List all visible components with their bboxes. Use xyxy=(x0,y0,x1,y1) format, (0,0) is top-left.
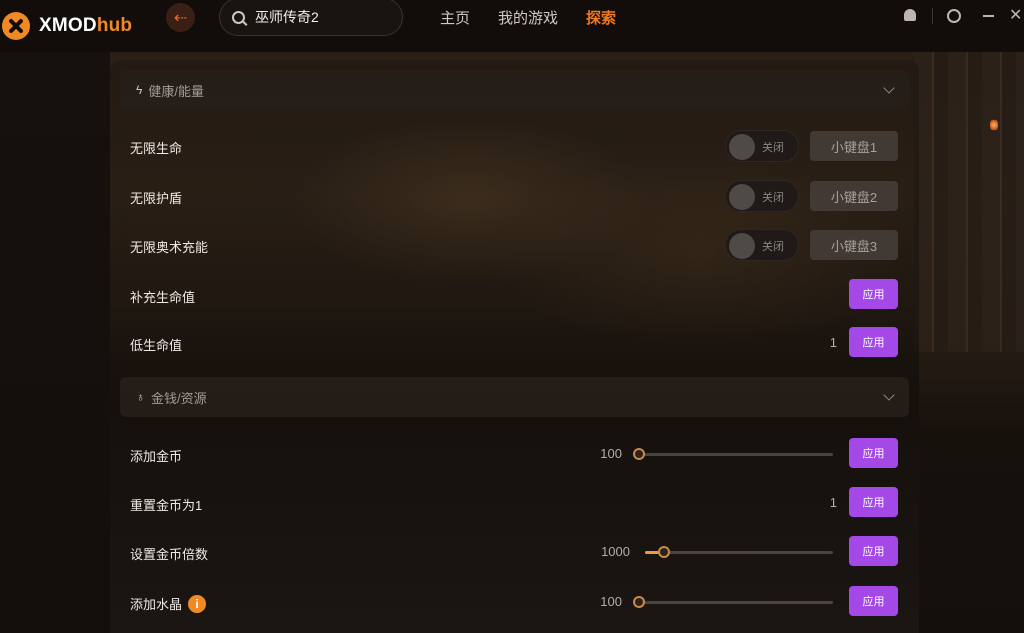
cheat-row: 补充生命值 应用 xyxy=(110,279,919,311)
arrow-left-icon: ⇠ xyxy=(173,9,188,27)
settings-icon[interactable] xyxy=(945,7,963,25)
money-bag-icon: ♁ xyxy=(136,390,145,404)
search-value: 巫师传奇2 xyxy=(255,9,319,25)
cheat-label: 添加金币 xyxy=(130,449,183,464)
section-title: 健康/能量 xyxy=(148,83,204,99)
section-title: 金钱/资源 xyxy=(151,390,207,406)
window-controls: ✕ xyxy=(901,7,1024,25)
cheat-row: 添加金币 100 应用 xyxy=(110,438,919,470)
hotkey-button[interactable]: 小键盘3 xyxy=(810,230,898,260)
background-left-shade xyxy=(0,52,110,633)
background-wall xyxy=(914,52,1024,352)
background-torch xyxy=(990,118,998,132)
minimize-icon[interactable] xyxy=(980,7,998,25)
cheat-toggle[interactable]: 关闭 xyxy=(725,180,799,212)
section-header-health[interactable]: ϟ 健康/能量 xyxy=(120,70,909,110)
cheat-label: 低生命值 xyxy=(130,338,183,353)
app-logo[interactable]: XMODhub xyxy=(2,12,132,40)
cheat-label-text: 添加水晶 xyxy=(130,597,183,612)
hotkey-button[interactable]: 小键盘2 xyxy=(810,181,898,211)
toggle-state-text: 关闭 xyxy=(762,192,784,204)
cheat-label: 补充生命值 xyxy=(130,290,196,305)
logo-text-accent: hub xyxy=(96,15,133,36)
cheat-row: 无限奥术充能 关闭 小键盘3 xyxy=(110,229,919,261)
chevron-down-icon[interactable] xyxy=(883,82,895,94)
slider-thumb[interactable] xyxy=(633,448,645,460)
cheat-label: 设置金币倍数 xyxy=(130,547,209,562)
chevron-down-icon[interactable] xyxy=(883,389,895,401)
toggle-knob xyxy=(729,134,755,160)
cheat-row: 设置金币倍数 1000 应用 xyxy=(110,536,919,568)
apply-button[interactable]: 应用 xyxy=(849,487,898,517)
hotkey-button[interactable]: 小键盘1 xyxy=(810,131,898,161)
cheat-toggle[interactable]: 关闭 xyxy=(725,229,799,261)
apply-button[interactable]: 应用 xyxy=(849,279,898,309)
slider-value: 100 xyxy=(600,594,622,609)
apply-button[interactable]: 应用 xyxy=(849,438,898,468)
cheat-label: 添加水晶 i xyxy=(130,594,207,613)
apply-button[interactable]: 应用 xyxy=(849,586,898,616)
apply-button[interactable]: 应用 xyxy=(849,327,898,357)
slider-thumb[interactable] xyxy=(633,596,645,608)
search-icon xyxy=(232,10,245,24)
section-header-money[interactable]: ♁ 金钱/资源 xyxy=(120,377,909,417)
toggle-knob xyxy=(729,233,755,259)
lightning-icon: ϟ xyxy=(136,83,143,97)
cheat-label: 重置金币为1 xyxy=(130,498,203,513)
divider xyxy=(932,8,933,24)
cheat-toggle[interactable]: 关闭 xyxy=(725,130,799,162)
search-input[interactable]: 巫师传奇2 xyxy=(219,0,403,36)
amount-slider[interactable] xyxy=(633,448,833,460)
cheat-label: 无限生命 xyxy=(130,141,183,156)
toggle-knob xyxy=(729,184,755,210)
cheat-row: 低生命值 1 应用 xyxy=(110,327,919,359)
cheat-panel: ϟ 健康/能量 无限生命 关闭 小键盘1 无限护盾 关闭 小键盘2 无限奥术充能… xyxy=(110,60,919,633)
cheat-row: 无限护盾 关闭 小键盘2 xyxy=(110,180,919,212)
multiplier-slider[interactable] xyxy=(645,546,833,558)
bell-icon[interactable] xyxy=(901,7,919,25)
cheat-label: 无限奥术充能 xyxy=(130,240,209,255)
nav-my-games[interactable]: 我的游戏 xyxy=(498,7,558,28)
amount-slider[interactable] xyxy=(633,596,833,608)
toggle-state-text: 关闭 xyxy=(762,142,784,154)
top-bar: XMODhub ⇠ 巫师传奇2 主页 我的游戏 探索 ✕ xyxy=(0,0,1024,52)
cheat-row: 无限生命 关闭 小键盘1 xyxy=(110,130,919,162)
cheat-row: 添加水晶 i 100 应用 xyxy=(110,586,919,618)
cheat-row: 重置金币为1 1 应用 xyxy=(110,487,919,519)
value-readout: 1 xyxy=(829,495,837,510)
nav-home[interactable]: 主页 xyxy=(440,7,470,28)
logo-text: XMODhub xyxy=(39,15,132,37)
close-icon[interactable]: ✕ xyxy=(1009,7,1024,25)
slider-thumb[interactable] xyxy=(658,546,670,558)
info-icon[interactable]: i xyxy=(188,594,207,613)
back-button[interactable]: ⇠ xyxy=(166,3,195,32)
nav-explore[interactable]: 探索 xyxy=(586,7,616,28)
logo-text-main: XMOD xyxy=(39,15,97,36)
slider-value: 100 xyxy=(600,446,622,461)
slider-value: 1000 xyxy=(601,544,630,559)
toggle-state-text: 关闭 xyxy=(762,241,784,253)
cheat-label: 无限护盾 xyxy=(130,191,183,206)
xmod-logo-icon xyxy=(2,12,30,40)
value-readout: 1 xyxy=(829,335,837,350)
apply-button[interactable]: 应用 xyxy=(849,536,898,566)
